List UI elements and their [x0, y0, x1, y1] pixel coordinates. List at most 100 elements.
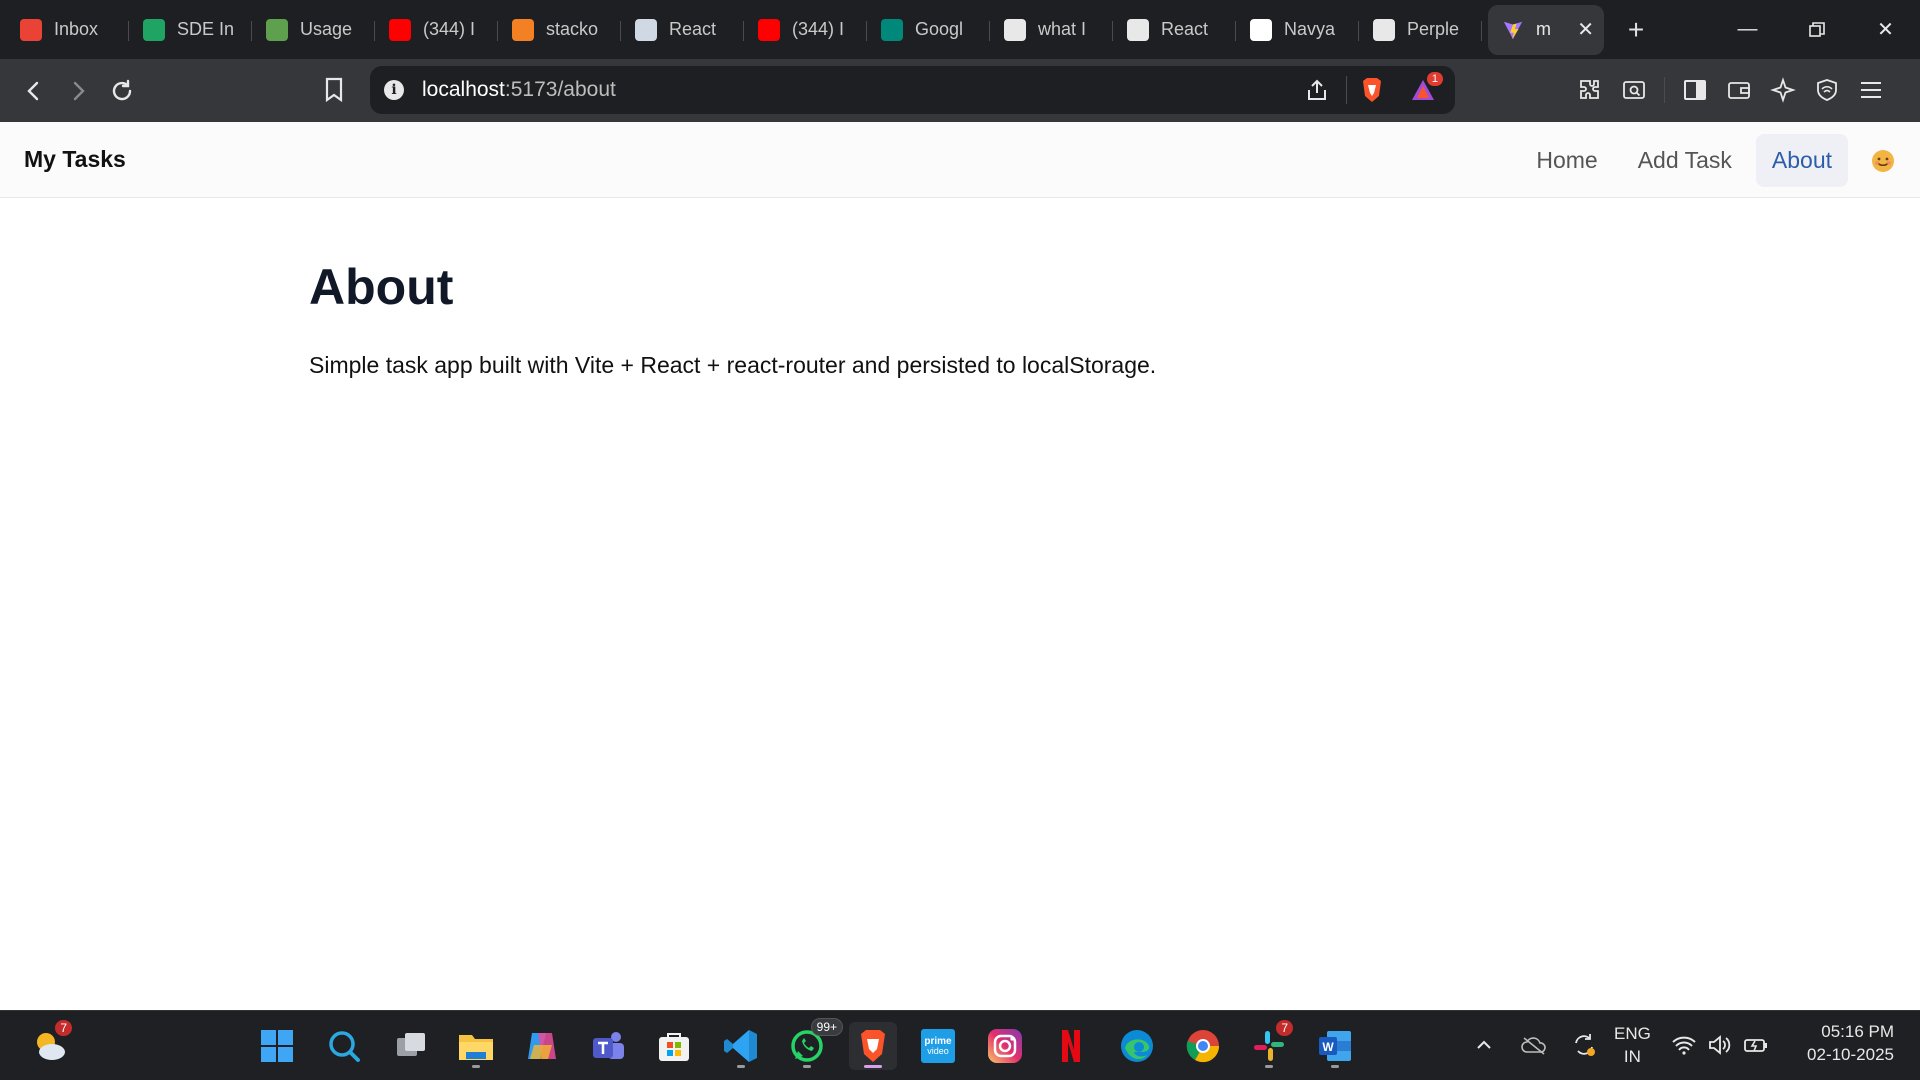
document-icon — [635, 18, 657, 41]
tab-5[interactable]: React — [621, 5, 744, 55]
show-hidden-icons[interactable] — [1462, 1023, 1506, 1067]
forward-button[interactable] — [56, 69, 100, 113]
wallet-icon[interactable] — [1717, 68, 1761, 112]
back-button[interactable] — [12, 69, 56, 113]
tab-9[interactable]: React — [1113, 5, 1236, 55]
onedrive-icon[interactable] — [1512, 1023, 1556, 1067]
restore-button[interactable] — [1782, 0, 1851, 59]
browser-toolbar: i localhost:5173/about 1 — [0, 59, 1920, 122]
tab-label: (344) I — [423, 19, 476, 39]
toolbar-right — [1568, 68, 1893, 112]
file-explorer-icon[interactable] — [452, 1022, 500, 1070]
nav-links: Home Add Task About — [1520, 134, 1896, 187]
address-bar[interactable]: i localhost:5173/about 1 — [370, 66, 1455, 114]
tab-active[interactable]: m ✕ — [1488, 4, 1604, 55]
close-tab-icon[interactable]: ✕ — [1577, 17, 1594, 42]
brave-shields-icon[interactable] — [1359, 76, 1385, 109]
tab-label: Inbox — [54, 19, 99, 39]
browser-tab-strip: Inbox SDE In Usage (344) I stacko React (344) … — [0, 0, 1920, 59]
weather-widget[interactable]: 7 — [26, 1020, 74, 1070]
brave-search-icon — [1004, 18, 1026, 41]
tab-label: React — [1161, 19, 1209, 39]
share-icon[interactable] — [1305, 78, 1329, 107]
nav-add-task-link[interactable]: Add Task — [1622, 134, 1748, 187]
volume-icon — [1702, 1023, 1738, 1067]
tab-0[interactable]: Inbox — [6, 5, 129, 55]
region-code: IN — [1623, 1047, 1641, 1066]
microsoft-store-icon[interactable] — [650, 1022, 698, 1070]
tab-label: Navya — [1284, 19, 1336, 39]
about-description: Simple task app built with Vite + React … — [309, 352, 1157, 378]
prime-video-icon[interactable]: prime video — [914, 1022, 962, 1070]
menu-icon[interactable] — [1849, 68, 1893, 112]
tab-10[interactable]: Navya — [1236, 5, 1359, 55]
close-window-button[interactable]: ✕ — [1851, 0, 1920, 59]
copilot-icon[interactable] — [518, 1022, 566, 1070]
leo-ai-icon[interactable] — [1761, 68, 1805, 112]
time-text: 05:16 PM — [1821, 1022, 1894, 1041]
tab-6[interactable]: (344) I — [744, 5, 867, 55]
vpn-icon[interactable] — [1805, 68, 1849, 112]
extensions-icon[interactable] — [1568, 68, 1612, 112]
perplexity-icon — [1373, 18, 1395, 41]
word-icon[interactable]: W — [1311, 1022, 1359, 1070]
window-controls: — ✕ — [1713, 0, 1920, 59]
tab-label: SDE In — [177, 19, 235, 39]
teams-icon[interactable] — [584, 1022, 632, 1070]
leo-search-icon[interactable] — [1612, 68, 1656, 112]
tab-3[interactable]: (344) I — [375, 5, 498, 55]
chrome-icon[interactable] — [1179, 1022, 1227, 1070]
weather-badge: 7 — [55, 1020, 72, 1036]
tab-11[interactable]: Perple — [1359, 5, 1482, 55]
sidebar-icon[interactable] — [1673, 68, 1717, 112]
brave-browser-icon[interactable] — [849, 1022, 897, 1070]
tab-label: Usage — [300, 19, 353, 39]
tab-active-label: m — [1536, 19, 1551, 39]
tab-8[interactable]: what I — [990, 5, 1113, 55]
new-tab-button[interactable]: + — [1614, 8, 1658, 52]
nav-home-link[interactable]: Home — [1520, 134, 1613, 187]
start-button[interactable] — [253, 1022, 301, 1070]
search-icon[interactable] — [320, 1022, 368, 1070]
reload-button[interactable] — [100, 69, 144, 113]
nav-about-link[interactable]: About — [1755, 134, 1848, 187]
system-tray — [1462, 1010, 1606, 1080]
slack-badge: 7 — [1276, 1020, 1293, 1036]
language-indicator[interactable]: ENG IN — [1614, 1022, 1651, 1068]
rewards-badge: 1 — [1426, 72, 1443, 86]
tab-4[interactable]: stacko — [498, 5, 621, 55]
youtube-icon — [758, 18, 780, 41]
app-brand[interactable]: My Tasks — [24, 146, 126, 173]
tab-7[interactable]: Googl — [867, 5, 990, 55]
netflix-icon[interactable] — [1047, 1022, 1095, 1070]
node-icon — [266, 18, 288, 41]
date-text: 02-10-2025 — [1807, 1045, 1894, 1064]
clock[interactable]: 05:16 PM 02-10-2025 — [1807, 1020, 1894, 1066]
vite-icon — [1502, 19, 1524, 41]
tab-label: what I — [1038, 19, 1087, 39]
tab-1[interactable]: SDE In — [129, 5, 252, 55]
sheets-icon — [143, 18, 165, 41]
url-text[interactable]: localhost:5173/about — [422, 78, 616, 102]
tab-2[interactable]: Usage — [252, 5, 375, 55]
edge-icon[interactable] — [1113, 1022, 1161, 1070]
brave-rewards-icon[interactable]: 1 — [1409, 72, 1443, 109]
whatsapp-icon[interactable]: 99+ — [783, 1018, 843, 1070]
youtube-icon — [389, 18, 411, 41]
language-code: ENG — [1614, 1024, 1651, 1043]
slack-icon[interactable]: 7 — [1245, 1020, 1293, 1070]
tab-label: stacko — [546, 19, 599, 39]
vscode-icon[interactable] — [717, 1022, 765, 1070]
sync-icon[interactable] — [1562, 1023, 1606, 1067]
minimize-button[interactable]: — — [1713, 0, 1782, 59]
google-meet-icon — [881, 18, 903, 41]
status-icons[interactable] — [1666, 1010, 1774, 1080]
app-navbar: My Tasks Home Add Task About — [0, 122, 1920, 198]
tab-list: Inbox SDE In Usage (344) I stacko React (344) … — [0, 0, 1482, 59]
bookmark-icon[interactable] — [312, 68, 356, 112]
instagram-icon[interactable] — [981, 1022, 1029, 1070]
site-info-icon[interactable]: i — [384, 80, 404, 100]
task-view-icon[interactable] — [387, 1022, 435, 1070]
tab-label: (344) I — [792, 19, 845, 39]
tab-label: React — [669, 19, 717, 39]
